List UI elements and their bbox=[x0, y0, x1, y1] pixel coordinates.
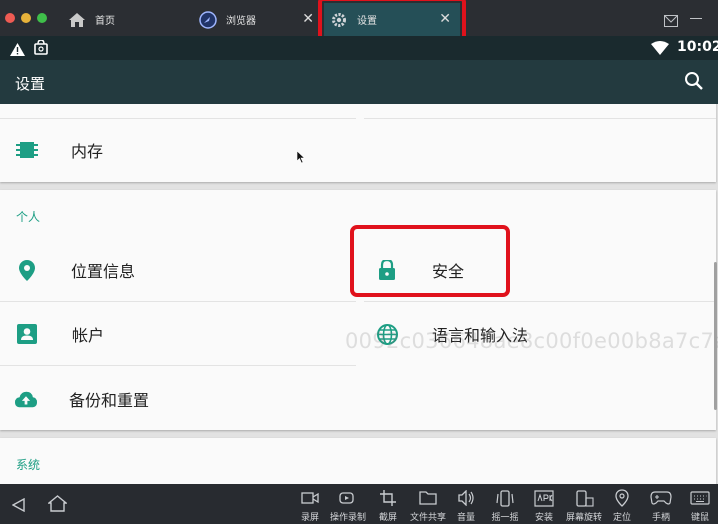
emulator-tab-bar: 首页 浏览器 ✕ 设置 ✕ bbox=[0, 0, 718, 36]
window-minimize-button[interactable] bbox=[21, 13, 31, 23]
settings-item-accounts[interactable]: 帐户 bbox=[0, 303, 356, 365]
toolbar-label: 操作录制 bbox=[329, 513, 366, 523]
gear-icon bbox=[330, 11, 348, 29]
divider bbox=[364, 118, 716, 119]
close-icon[interactable]: ✕ bbox=[302, 12, 314, 26]
keyboard-icon bbox=[680, 489, 718, 507]
divider bbox=[0, 301, 356, 302]
toolbar-label: 定位 bbox=[612, 513, 631, 523]
device-card: 内存 bbox=[0, 104, 716, 182]
toolbar-label: 键鼠 bbox=[690, 513, 709, 523]
window-maximize-button[interactable] bbox=[37, 13, 47, 23]
toolbar-screenshot[interactable]: 截屏 bbox=[368, 489, 408, 523]
minimize-icon[interactable] bbox=[690, 18, 702, 19]
lock-icon bbox=[376, 259, 398, 281]
settings-item-label: 帐户 bbox=[72, 326, 105, 345]
browser-icon bbox=[199, 10, 217, 29]
settings-item-label: 位置信息 bbox=[71, 262, 136, 281]
section-header: 系统 bbox=[16, 458, 41, 472]
volume-icon bbox=[446, 489, 486, 507]
toolbar-label: 截屏 bbox=[378, 513, 397, 523]
mail-icon[interactable] bbox=[664, 12, 678, 31]
system-card: 系统 bbox=[0, 438, 716, 484]
settings-item-label: 内存 bbox=[71, 142, 104, 161]
location-icon bbox=[602, 489, 642, 507]
store-icon bbox=[34, 39, 48, 59]
window-close-button[interactable] bbox=[5, 13, 15, 23]
toolbar-label: 屏幕旋转 bbox=[565, 513, 602, 523]
divider bbox=[0, 365, 356, 366]
toolbar-screen-record[interactable]: 录屏 bbox=[290, 489, 330, 523]
toolbar-location[interactable]: 定位 bbox=[602, 489, 642, 523]
toolbar-shake[interactable]: 摇一摇 bbox=[485, 489, 525, 523]
macro-record-icon bbox=[328, 489, 368, 507]
warning-icon bbox=[10, 41, 25, 60]
divider bbox=[364, 301, 716, 302]
home-nav-icon[interactable] bbox=[47, 495, 68, 516]
crop-icon bbox=[368, 489, 408, 507]
emulator-bottom-toolbar: 录屏 操作录制 截屏 文件共享 音量 摇一摇 安装 屏幕旋转 定位 手柄 键鼠 bbox=[0, 484, 718, 524]
status-time: 10:02 bbox=[677, 39, 718, 55]
settings-item-label: 备份和重置 bbox=[69, 391, 150, 410]
page-title: 设置 bbox=[15, 75, 46, 93]
home-icon bbox=[68, 11, 86, 29]
toolbar-label: 安装 bbox=[534, 513, 553, 523]
toolbar-label: 录屏 bbox=[300, 513, 319, 523]
settings-item-backup-reset[interactable]: 备份和重置 bbox=[0, 368, 356, 430]
personal-card: 个人 位置信息 安全 帐户 语言和输入法 备份和重置 bbox=[0, 190, 716, 430]
tab-label: 设置 bbox=[357, 16, 377, 27]
search-icon[interactable] bbox=[684, 71, 704, 95]
toolbar-keyboard-mouse[interactable]: 键鼠 bbox=[680, 489, 718, 523]
toolbar-label: 文件共享 bbox=[409, 513, 446, 523]
android-status-bar: 10:02 bbox=[0, 36, 718, 60]
toolbar-rotate[interactable]: 屏幕旋转 bbox=[564, 489, 604, 523]
toolbar-gamepad[interactable]: 手柄 bbox=[641, 489, 681, 523]
tab-label: 首页 bbox=[95, 16, 115, 27]
screen-record-icon bbox=[290, 489, 330, 507]
toolbar-label: 摇一摇 bbox=[491, 513, 519, 523]
back-icon[interactable] bbox=[11, 497, 25, 516]
settings-item-security[interactable]: 安全 bbox=[364, 239, 716, 301]
memory-chip-icon bbox=[16, 139, 38, 161]
toolbar-install-apk[interactable]: 安装 bbox=[524, 489, 564, 523]
settings-action-bar: 设置 bbox=[0, 60, 718, 104]
tab-label: 浏览器 bbox=[226, 16, 256, 27]
settings-item-label: 安全 bbox=[432, 262, 465, 281]
toolbar-file-share[interactable]: 文件共享 bbox=[408, 489, 448, 523]
cloud-upload-icon bbox=[15, 388, 37, 410]
location-pin-icon bbox=[16, 259, 38, 281]
apk-install-icon bbox=[524, 489, 564, 507]
scrollbar[interactable] bbox=[714, 262, 717, 410]
settings-item-location[interactable]: 位置信息 bbox=[0, 239, 356, 301]
shake-icon bbox=[485, 489, 525, 507]
rotate-icon bbox=[564, 489, 604, 507]
gamepad-icon bbox=[641, 489, 681, 507]
section-header: 个人 bbox=[16, 210, 41, 224]
close-icon[interactable]: ✕ bbox=[439, 12, 451, 26]
toolbar-label: 音量 bbox=[456, 513, 475, 523]
tab-settings[interactable]: 设置 ✕ bbox=[324, 3, 460, 36]
toolbar-label: 手柄 bbox=[651, 513, 670, 523]
wifi-icon bbox=[651, 40, 669, 59]
tab-browser[interactable]: 浏览器 ✕ bbox=[193, 3, 323, 36]
mouse-cursor-icon bbox=[296, 148, 306, 167]
toolbar-volume[interactable]: 音量 bbox=[446, 489, 486, 523]
toolbar-macro-record[interactable]: 操作录制 bbox=[328, 489, 368, 523]
settings-content: 内存 个人 位置信息 安全 帐户 语言和输入法 备份和重置 系统 0092c03… bbox=[0, 104, 718, 484]
account-icon bbox=[16, 323, 38, 345]
tab-home[interactable]: 首页 bbox=[62, 3, 187, 36]
watermark-text: 0092c036648ae8c00f0e00b8a7c7ad8 bbox=[345, 329, 718, 353]
folder-icon bbox=[408, 489, 448, 507]
